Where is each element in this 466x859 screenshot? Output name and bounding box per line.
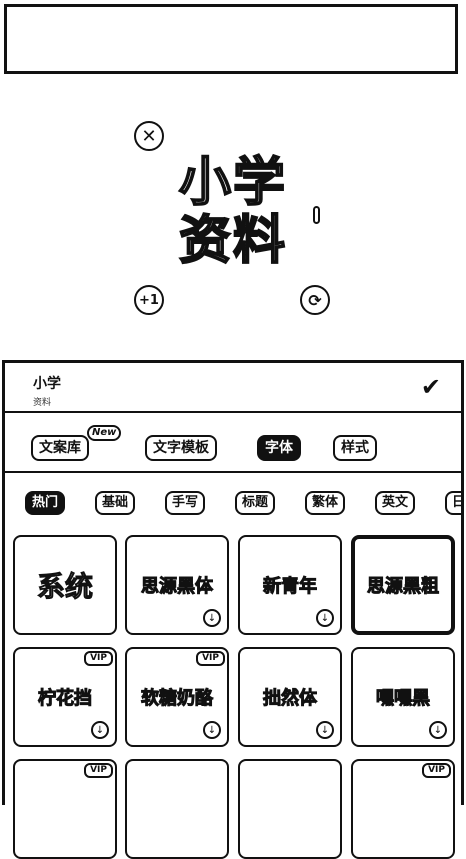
category-traditional[interactable]: 繁体: [305, 491, 346, 515]
text-sticker[interactable]: 小学 资料: [168, 153, 298, 271]
font-card-new-youth[interactable]: 新青年 ↓: [238, 535, 342, 635]
font-card-source-han-bold[interactable]: 思源黑粗: [351, 535, 455, 635]
category-handwriting[interactable]: 手写: [165, 491, 206, 515]
font-card-soft-candy[interactable]: VIP 软糖奶酪 ↓: [125, 647, 229, 747]
font-card-ninghua[interactable]: VIP 柠花挡 ↓: [13, 647, 117, 747]
duplicate-button[interactable]: +1: [134, 285, 164, 315]
font-card-row3-3[interactable]: [238, 759, 342, 859]
vip-badge: VIP: [84, 651, 113, 666]
text-input-row[interactable]: 小学 资料 ✔: [5, 363, 461, 413]
download-icon[interactable]: ↓: [316, 721, 334, 739]
font-categories: 热门 基础 手写 标题 繁体 英文 日: [5, 483, 461, 523]
font-name: 嘿嘿黑: [376, 688, 431, 710]
download-icon[interactable]: ↓: [203, 721, 221, 739]
category-title[interactable]: 标题: [235, 491, 276, 515]
download-icon[interactable]: ↓: [203, 609, 221, 627]
font-name: 软糖奶酪: [141, 688, 214, 710]
font-name: 柠花挡: [38, 688, 93, 710]
font-card-zhuoran[interactable]: 拙然体 ↓: [238, 647, 342, 747]
font-card-system[interactable]: 系统: [13, 535, 117, 635]
font-card-row3-1[interactable]: VIP: [13, 759, 117, 859]
category-japanese[interactable]: 日: [445, 491, 461, 515]
text-edit-panel: 小学 资料 ✔ 文案库 New 文字模板 字体 样式 热门 基础 手写 标题 繁…: [2, 360, 464, 859]
panel-tabs: 文案库 New 文字模板 字体 样式: [5, 417, 461, 473]
category-basic[interactable]: 基础: [95, 491, 136, 515]
download-icon[interactable]: ↓: [91, 721, 109, 739]
vip-badge: VIP: [84, 763, 113, 778]
top-bar: [4, 4, 458, 74]
tab-copy-library[interactable]: 文案库: [31, 435, 89, 461]
tab-style[interactable]: 样式: [333, 435, 377, 461]
new-badge: New: [87, 425, 122, 441]
category-english[interactable]: 英文: [375, 491, 416, 515]
font-card-row3-2[interactable]: [125, 759, 229, 859]
text-input[interactable]: 小学: [33, 377, 61, 391]
confirm-check-icon[interactable]: ✔: [421, 373, 441, 401]
close-icon[interactable]: ✕: [134, 121, 164, 151]
font-name: 新青年: [263, 576, 318, 598]
sticker-line-2: 资料: [178, 211, 287, 271]
tab-font[interactable]: 字体: [257, 435, 301, 461]
font-card-source-han-sans[interactable]: 思源黑体 ↓: [125, 535, 229, 635]
resize-handle[interactable]: [313, 206, 320, 224]
download-icon[interactable]: ↓: [316, 609, 334, 627]
tab-text-template[interactable]: 文字模板: [145, 435, 217, 461]
font-card-row3-4[interactable]: VIP: [351, 759, 455, 859]
font-name: 系统: [36, 570, 93, 604]
category-hot[interactable]: 热门: [25, 491, 66, 515]
font-card-heihei[interactable]: 嘿嘿黑 ↓: [351, 647, 455, 747]
vip-badge: VIP: [196, 651, 225, 666]
text-input-line-2: 资料: [33, 398, 52, 408]
download-icon[interactable]: ↓: [429, 721, 447, 739]
font-name: 拙然体: [263, 688, 318, 710]
sticker-line-1: 小学: [178, 153, 287, 213]
rotate-icon[interactable]: ⟳: [300, 285, 330, 315]
font-name: 思源黑体: [141, 576, 214, 598]
font-name: 思源黑粗: [367, 576, 440, 598]
editing-canvas[interactable]: ✕ 小学 资料 +1 ⟳: [0, 100, 466, 340]
vip-badge: VIP: [422, 763, 451, 778]
